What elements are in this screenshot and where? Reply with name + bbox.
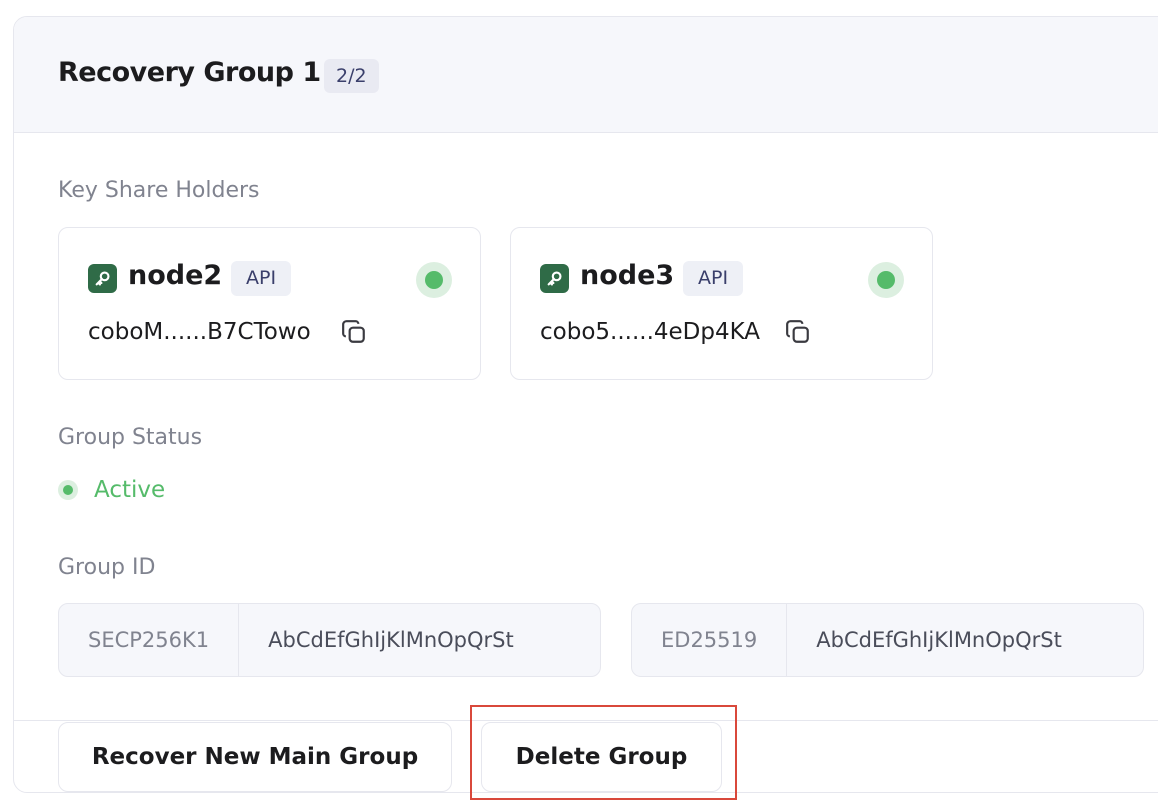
holder-name: node2 (128, 260, 223, 291)
holder-type-badge: API (683, 261, 744, 296)
footer-divider (14, 720, 1158, 721)
group-id-value[interactable]: AbCdEfGhIjKlMnOpQrSt (787, 604, 1091, 676)
holder-status-indicator (416, 262, 452, 298)
delete-group-button[interactable]: Delete Group (481, 722, 722, 792)
holder-status-indicator (868, 262, 904, 298)
holder-type-badge: API (231, 261, 292, 296)
group-count-badge: 2/2 (324, 59, 379, 93)
group-status: Active (58, 477, 165, 503)
group-id-label: Group ID (58, 555, 156, 580)
group-id-entry: ED25519 AbCdEfGhIjKlMnOpQrSt (631, 603, 1144, 677)
holder-name: node3 (580, 260, 675, 291)
group-id-algorithm: SECP256K1 (59, 604, 240, 676)
key-icon (88, 264, 117, 293)
group-title: Recovery Group 1 (58, 57, 321, 88)
key-share-holders-label: Key Share Holders (58, 178, 260, 203)
group-id-value[interactable]: AbCdEfGhIjKlMnOpQrSt (239, 604, 543, 676)
recover-new-main-group-button[interactable]: Recover New Main Group (58, 722, 452, 792)
key-share-holder-card: node2 API coboM......B7CTowo (58, 227, 481, 380)
group-id-entry: SECP256K1 AbCdEfGhIjKlMnOpQrSt (58, 603, 601, 677)
status-dot-icon (58, 480, 78, 500)
group-status-label: Group Status (58, 425, 203, 450)
key-icon (540, 264, 569, 293)
group-id-algorithm: ED25519 (632, 604, 788, 676)
holder-address: cobo5......4eDp4KA (540, 319, 761, 345)
copy-icon[interactable] (785, 319, 811, 345)
recovery-group-card: Recovery Group 1 2/2 Key Share Holders n… (13, 16, 1158, 793)
key-share-holder-card: node3 API cobo5......4eDp4KA (510, 227, 933, 380)
holder-address: coboM......B7CTowo (88, 319, 311, 345)
copy-icon[interactable] (341, 319, 367, 345)
card-header: Recovery Group 1 2/2 (14, 17, 1158, 133)
group-status-value: Active (94, 477, 166, 503)
